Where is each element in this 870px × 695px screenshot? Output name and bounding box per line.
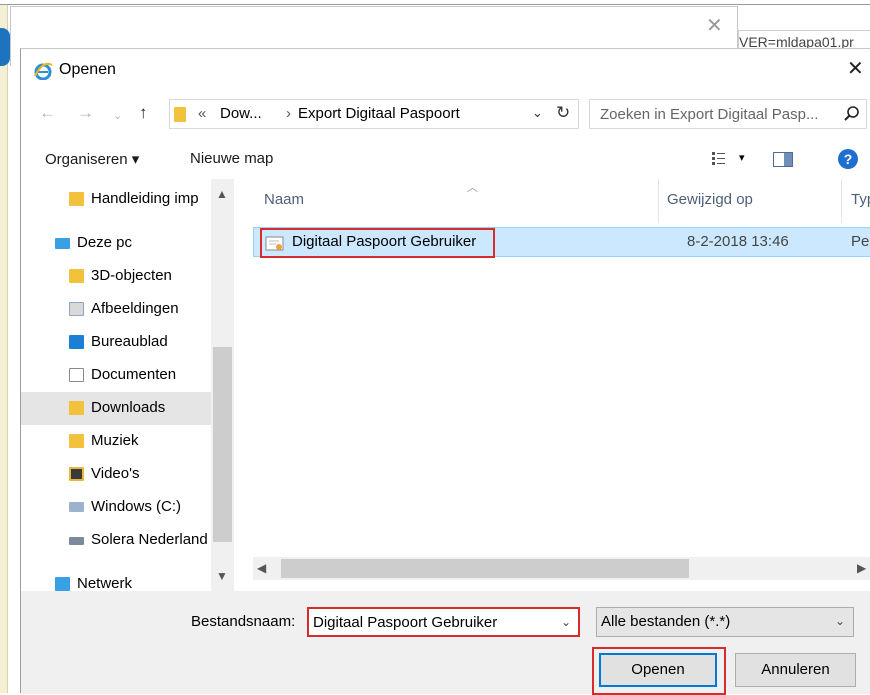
nav-item-solera[interactable]: Solera Nederland [21, 524, 211, 557]
scrollbar-thumb[interactable] [281, 559, 689, 578]
column-header-type[interactable]: Type [851, 191, 870, 208]
filename-value: Digitaal Paspoort Gebruiker [313, 614, 498, 631]
command-toolbar: Organiseren ▾ Nieuwe map ▾ ? [21, 139, 870, 179]
nav-item-afbeeldingen[interactable]: Afbeeldingen [21, 293, 211, 326]
videos-icon [69, 467, 84, 481]
drive-icon [69, 502, 84, 512]
nav-item-windows-c[interactable]: Windows (C:) [21, 491, 211, 524]
back-arrow-icon[interactable]: ← [39, 104, 56, 121]
background-close-icon[interactable]: ✕ [706, 16, 723, 36]
open-file-dialog: Openen ✕ ← → ⌄ ↑ « Dow... › Export Digit… [20, 48, 870, 695]
view-options-icon[interactable] [711, 150, 727, 166]
address-bar[interactable]: « Dow... › Export Digitaal Paspoort ⌄ ↻ [169, 99, 579, 129]
chevron-down-icon[interactable]: ⌄ [835, 614, 845, 628]
folder-icon [174, 107, 186, 122]
breadcrumb-overflow[interactable]: « [198, 105, 206, 122]
navigation-pane: Handleiding imp Deze pc 3D-objecten Afbe… [21, 179, 234, 591]
dialog-footer: Bestandsnaam: Digitaal Paspoort Gebruike… [21, 591, 870, 695]
nav-item-3d-objecten[interactable]: 3D-objecten [21, 260, 211, 293]
chevron-down-icon[interactable]: ⌄ [561, 615, 571, 629]
scroll-down-icon[interactable]: ▼ [216, 569, 228, 583]
background-top-border [0, 4, 870, 5]
filename-label: Bestandsnaam: [191, 613, 296, 630]
nav-pane-scrollbar[interactable]: ▲ ▼ [211, 179, 234, 591]
view-dropdown-icon[interactable]: ▾ [739, 151, 745, 164]
nav-item-netwerk[interactable]: Netwerk [21, 568, 211, 591]
close-icon[interactable]: ✕ [847, 59, 864, 79]
nav-item-bureaublad[interactable]: Bureaublad [21, 326, 211, 359]
organize-button[interactable]: Organiseren ▾ [45, 150, 139, 168]
computer-icon [55, 238, 70, 249]
new-folder-button[interactable]: Nieuwe map [190, 150, 273, 167]
background-page-strip [0, 5, 8, 693]
certificate-file-icon [265, 236, 284, 251]
file-list-horizontal-scrollbar[interactable]: ◀ ▶ [253, 557, 870, 580]
recent-locations-chevron-icon[interactable]: ⌄ [113, 108, 122, 125]
downloads-icon [69, 401, 84, 415]
navigation-bar: ← → ⌄ ↑ « Dow... › Export Digitaal Paspo… [21, 97, 870, 131]
internet-explorer-icon [34, 62, 53, 80]
sort-ascending-icon: ︿ [467, 182, 478, 194]
column-separator[interactable] [658, 179, 659, 223]
breadcrumb-separator: › [286, 105, 291, 122]
file-modified-date: 8-2-2018 13:46 [687, 233, 789, 250]
column-header-name[interactable]: Naam [264, 191, 304, 208]
search-placeholder: Zoeken in Export Digitaal Pasp... [600, 106, 819, 123]
cancel-button[interactable]: Annuleren [735, 653, 856, 687]
filename-input[interactable]: Digitaal Paspoort Gebruiker ⌄ [307, 607, 580, 637]
open-button[interactable]: Openen [599, 653, 717, 687]
network-drive-icon [69, 537, 84, 545]
nav-item-handleiding[interactable]: Handleiding imp [21, 183, 211, 216]
dialog-title: Openen [59, 61, 116, 78]
nav-item-muziek[interactable]: Muziek [21, 425, 211, 458]
file-list: ︿ Naam Gewijzigd op Type Digitaal Paspoo… [253, 179, 870, 591]
breadcrumb-export-folder[interactable]: Export Digitaal Paspoort [298, 105, 460, 122]
filter-value: Alle bestanden (*.*) [601, 613, 731, 630]
nav-item-documenten[interactable]: Documenten [21, 359, 211, 392]
file-type: Pe [851, 233, 870, 250]
folder-icon [69, 192, 84, 206]
file-type-filter[interactable]: Alle bestanden (*.*) ⌄ [596, 607, 854, 637]
scroll-up-icon[interactable]: ▲ [216, 187, 228, 201]
address-dropdown-icon[interactable]: ⌄ [532, 105, 543, 121]
column-separator[interactable] [841, 179, 842, 223]
search-input[interactable]: Zoeken in Export Digitaal Pasp... [589, 99, 867, 129]
network-icon [55, 577, 70, 591]
forward-arrow-icon[interactable]: → [77, 104, 94, 121]
pictures-icon [69, 302, 84, 316]
breadcrumb-downloads[interactable]: Dow... [220, 105, 262, 122]
search-icon[interactable] [844, 106, 860, 122]
nav-item-downloads[interactable]: Downloads [21, 392, 211, 425]
desktop-icon [69, 335, 84, 349]
background-browser-icon [0, 28, 10, 66]
column-header-modified[interactable]: Gewijzigd op [667, 191, 753, 208]
scrollbar-thumb[interactable] [213, 347, 232, 542]
dialog-titlebar: Openen ✕ [21, 49, 870, 93]
up-arrow-icon[interactable]: ↑ [139, 104, 148, 121]
3d-objects-icon [69, 269, 84, 283]
documents-icon [69, 368, 84, 382]
nav-item-videos[interactable]: Video's [21, 458, 211, 491]
preview-pane-icon[interactable] [773, 152, 793, 167]
scroll-right-icon[interactable]: ▶ [857, 561, 866, 575]
file-name[interactable]: Digitaal Paspoort Gebruiker [292, 233, 476, 250]
music-icon [69, 434, 84, 448]
scroll-left-icon[interactable]: ◀ [257, 561, 266, 575]
nav-item-deze-pc[interactable]: Deze pc [21, 227, 211, 260]
help-icon[interactable]: ? [838, 149, 858, 169]
refresh-icon[interactable]: ↻ [556, 103, 570, 123]
